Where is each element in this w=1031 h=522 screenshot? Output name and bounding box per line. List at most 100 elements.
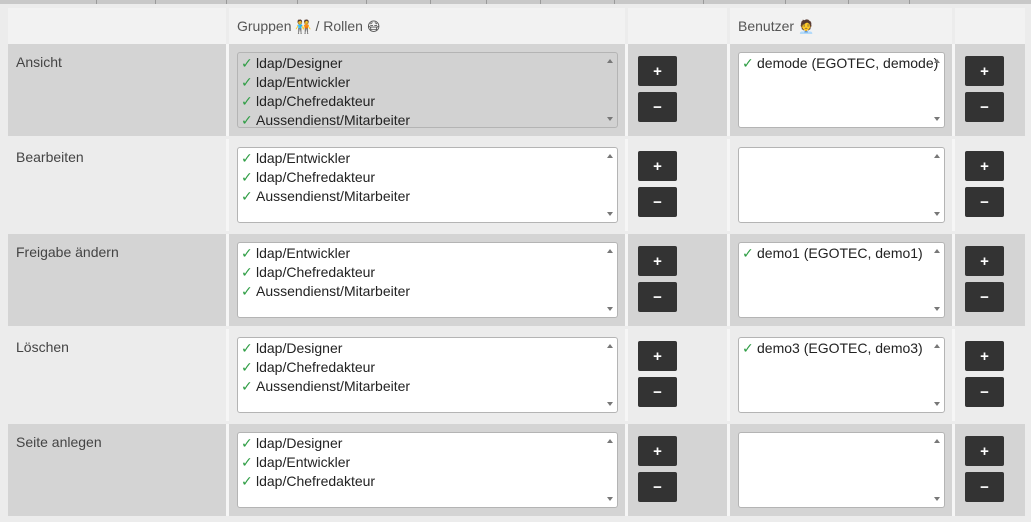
column-divider: [952, 139, 955, 231]
add-group-button[interactable]: +: [638, 436, 677, 466]
remove-user-button[interactable]: −: [965, 92, 1004, 122]
scroll-down-arrow-icon[interactable]: [607, 497, 613, 501]
scroll-up-arrow-icon[interactable]: [607, 344, 613, 348]
remove-group-button[interactable]: −: [638, 282, 677, 312]
list-item[interactable]: ✓ ldap/Chefredakteur: [240, 472, 617, 491]
column-divider: [727, 139, 730, 231]
listbox-scrollbar[interactable]: [604, 243, 617, 317]
scroll-down-arrow-icon[interactable]: [934, 497, 940, 501]
check-icon: ✓: [241, 473, 253, 489]
scroll-up-arrow-icon[interactable]: [607, 154, 613, 158]
listbox-scrollbar[interactable]: [604, 53, 617, 127]
listbox-scrollbar[interactable]: [604, 148, 617, 222]
remove-group-button[interactable]: −: [638, 377, 677, 407]
add-user-button[interactable]: +: [965, 56, 1004, 86]
remove-user-button[interactable]: −: [965, 377, 1004, 407]
remove-user-button[interactable]: −: [965, 472, 1004, 502]
listbox-scrollbar[interactable]: [604, 338, 617, 412]
add-group-button[interactable]: +: [638, 246, 677, 276]
scroll-down-arrow-icon[interactable]: [607, 212, 613, 216]
list-item[interactable]: ✓ ldap/Chefredakteur: [240, 263, 617, 282]
check-icon: ✓: [241, 340, 253, 356]
listbox-scrollbar[interactable]: [931, 53, 944, 127]
remove-user-button[interactable]: −: [965, 187, 1004, 217]
users-heading: Benutzer 🧑‍💼: [738, 18, 814, 35]
groups-icon: 🧑‍🤝‍🧑: [295, 19, 312, 34]
scroll-down-arrow-icon[interactable]: [607, 402, 613, 406]
check-icon: ✓: [241, 378, 253, 394]
scroll-up-arrow-icon[interactable]: [934, 59, 940, 63]
users-listbox[interactable]: ✓ demo1 (EGOTEC, demo1): [738, 242, 945, 318]
list-item[interactable]: ✓ ldap/Chefredakteur: [240, 168, 617, 187]
permission-label: Bearbeiten: [16, 149, 84, 165]
groups-roles-listbox[interactable]: ✓ ldap/Entwickler ✓ ldap/Chefredakteur ✓ Auss…: [237, 242, 618, 318]
list-item[interactable]: ✓ demo1 (EGOTEC, demo1): [741, 244, 944, 263]
list-item[interactable]: ✓ Aussendienst/Mitarbeiter: [240, 377, 617, 396]
list-item[interactable]: ✓ ldap/Entwickler: [240, 453, 617, 472]
check-icon: ✓: [241, 435, 253, 451]
list-item[interactable]: ✓ ldap/Designer: [240, 339, 617, 358]
scroll-down-arrow-icon[interactable]: [934, 307, 940, 311]
scroll-up-arrow-icon[interactable]: [607, 439, 613, 443]
users-heading-text: Benutzer: [738, 18, 795, 34]
groups-roles-listbox[interactable]: ✓ ldap/Entwickler ✓ ldap/Chefredakteur ✓ Auss…: [237, 147, 618, 223]
listbox-scrollbar[interactable]: [931, 338, 944, 412]
add-group-button[interactable]: +: [638, 341, 677, 371]
add-user-button[interactable]: +: [965, 436, 1004, 466]
list-item[interactable]: ✓ ldap/Chefredakteur: [240, 92, 617, 111]
listbox-scrollbar[interactable]: [931, 148, 944, 222]
scroll-down-arrow-icon[interactable]: [934, 117, 940, 121]
column-divider: [625, 329, 628, 421]
remove-user-button[interactable]: −: [965, 282, 1004, 312]
list-item[interactable]: ✓ Aussendienst/Mitarbeiter: [240, 111, 617, 127]
scroll-down-arrow-icon[interactable]: [934, 402, 940, 406]
list-item[interactable]: ✓ Aussendienst/Mitarbeiter: [240, 187, 617, 206]
scroll-up-arrow-icon[interactable]: [934, 154, 940, 158]
users-listbox[interactable]: ✓ demode (EGOTEC, demode): [738, 52, 945, 128]
check-icon: ✓: [241, 93, 253, 109]
check-icon: ✓: [241, 188, 253, 204]
scroll-up-arrow-icon[interactable]: [934, 439, 940, 443]
remove-group-button[interactable]: −: [638, 472, 677, 502]
list-item[interactable]: ✓ ldap/Entwickler: [240, 244, 617, 263]
list-item[interactable]: ✓ demode (EGOTEC, demode): [741, 54, 944, 73]
header-blank-cell: [8, 8, 226, 44]
list-item[interactable]: ✓ ldap/Designer: [240, 54, 617, 73]
listbox-scrollbar[interactable]: [931, 433, 944, 507]
users-listbox[interactable]: [738, 432, 945, 508]
groups-roles-listbox[interactable]: ✓ ldap/Designer ✓ ldap/Entwickler ✓ ldap/Chef…: [237, 52, 618, 128]
check-icon: ✓: [241, 245, 253, 261]
remove-group-button[interactable]: −: [638, 187, 677, 217]
add-user-button[interactable]: +: [965, 246, 1004, 276]
list-item[interactable]: ✓ ldap/Chefredakteur: [240, 358, 617, 377]
column-divider: [952, 424, 955, 516]
add-group-button[interactable]: +: [638, 151, 677, 181]
user-icon: 🧑‍💼: [797, 19, 815, 34]
add-user-button[interactable]: +: [965, 151, 1004, 181]
scroll-up-arrow-icon[interactable]: [607, 249, 613, 253]
list-item[interactable]: ✓ Aussendienst/Mitarbeiter: [240, 282, 617, 301]
list-item[interactable]: ✓ ldap/Entwickler: [240, 149, 617, 168]
groups-roles-listbox[interactable]: ✓ ldap/Designer ✓ ldap/Entwickler ✓ ldap/Chef…: [237, 432, 618, 508]
list-item[interactable]: ✓ ldap/Entwickler: [240, 73, 617, 92]
add-user-button[interactable]: +: [965, 341, 1004, 371]
add-group-button[interactable]: +: [638, 56, 677, 86]
remove-group-button[interactable]: −: [638, 92, 677, 122]
list-item[interactable]: ✓ demo3 (EGOTEC, demo3): [741, 339, 944, 358]
users-listbox[interactable]: ✓ demo3 (EGOTEC, demo3): [738, 337, 945, 413]
listbox-scrollbar[interactable]: [931, 243, 944, 317]
column-divider: [727, 234, 730, 326]
list-item[interactable]: ✓ ldap/Designer: [240, 434, 617, 453]
scroll-down-arrow-icon[interactable]: [934, 212, 940, 216]
scroll-up-arrow-icon[interactable]: [934, 344, 940, 348]
scroll-up-arrow-icon[interactable]: [607, 59, 613, 63]
groups-roles-listbox[interactable]: ✓ ldap/Designer ✓ ldap/Chefredakteur ✓ Aussen…: [237, 337, 618, 413]
listbox-scrollbar[interactable]: [604, 433, 617, 507]
permission-row-bearbeiten: Bearbeiten ✓ ldap/Entwickler ✓ ldap/Chefreda…: [8, 139, 1025, 231]
scroll-down-arrow-icon[interactable]: [607, 117, 613, 121]
scroll-up-arrow-icon[interactable]: [934, 249, 940, 253]
header-blank-cell-2: [628, 8, 727, 44]
users-listbox[interactable]: [738, 147, 945, 223]
permission-row-ansicht: Ansicht ✓ ldap/Designer ✓ ldap/Entwickler ✓ ld…: [8, 44, 1025, 136]
scroll-down-arrow-icon[interactable]: [607, 307, 613, 311]
